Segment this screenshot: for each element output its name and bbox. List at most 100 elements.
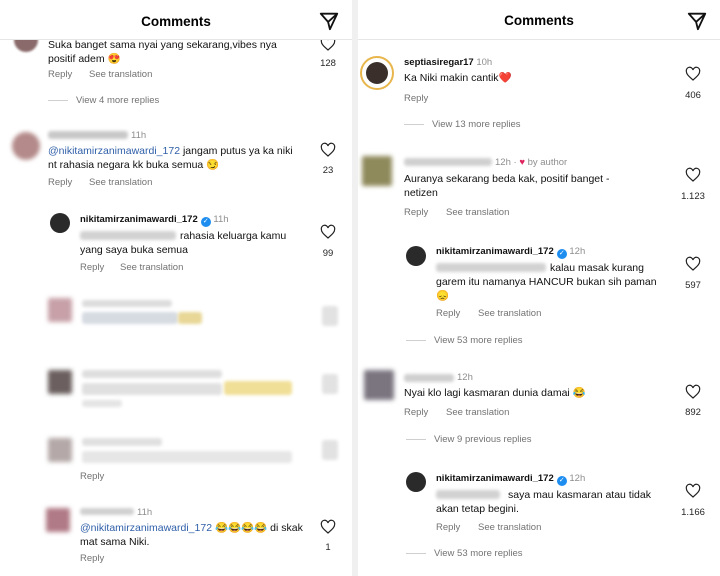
view-more-replies[interactable]: View 13 more replies xyxy=(404,119,521,130)
reply-button[interactable]: Reply xyxy=(404,93,428,104)
comment-header: septiasiregar17 10h xyxy=(404,57,493,68)
like-count: 128 xyxy=(320,58,336,69)
heart-icon[interactable] xyxy=(685,167,701,183)
verified-badge-icon: ✓ xyxy=(556,249,567,259)
blurred-content xyxy=(82,300,172,307)
send-icon[interactable] xyxy=(686,10,708,32)
heart-icon[interactable] xyxy=(320,224,336,240)
heart-icon[interactable] xyxy=(685,256,701,272)
blurred-content xyxy=(82,438,162,446)
blurred-username xyxy=(404,158,492,166)
like-count: 1 xyxy=(325,542,331,553)
comment-time: 11h xyxy=(131,130,147,141)
comments-header: Comments xyxy=(358,0,720,40)
reply-button[interactable]: Reply xyxy=(80,553,104,564)
verified-badge-icon: ✓ xyxy=(200,217,211,227)
username[interactable]: nikitamirzanimawardi_172 xyxy=(436,473,554,484)
reply-button[interactable]: Reply xyxy=(80,262,104,273)
blurred-content xyxy=(82,312,178,324)
heart-icon[interactable] xyxy=(685,384,701,400)
reply-header: nikitamirzanimawardi_172 ✓ 12h xyxy=(436,473,586,486)
see-translation-link[interactable]: See translation xyxy=(89,177,152,188)
right-comments-panel: Comments septiasiregar17 10h Ka Niki mak… xyxy=(358,0,720,576)
mention-link[interactable]: @nikitamirzanimawardi_172 xyxy=(48,145,180,157)
see-translation-link[interactable]: See translation xyxy=(478,522,541,533)
comments-header: Comments xyxy=(0,0,352,40)
reply-button[interactable]: Reply xyxy=(48,69,72,80)
avatar[interactable] xyxy=(46,508,70,532)
avatar[interactable] xyxy=(48,438,72,462)
like-count: 99 xyxy=(322,248,334,259)
verified-badge-icon: ✓ xyxy=(556,476,567,486)
username[interactable]: nikitamirzanimawardi_172 xyxy=(80,214,198,225)
comment-text: kalau masak kurang garem itu namanya HAN… xyxy=(436,262,657,302)
see-translation-link[interactable]: See translation xyxy=(120,262,183,273)
view-more-replies[interactable]: View 53 more replies xyxy=(406,548,523,559)
view-previous-replies[interactable]: View 9 previous replies xyxy=(406,434,532,445)
avatar[interactable] xyxy=(50,213,70,233)
reply-header: nikitamirzanimawardi_172 ✓ 11h xyxy=(80,214,229,227)
username[interactable]: septiasiregar17 xyxy=(404,57,474,68)
like-count: 1.123 xyxy=(681,191,705,202)
blurred-content xyxy=(82,383,222,395)
username[interactable]: nikitamirzanimawardi_172 xyxy=(436,246,554,257)
like-count: 892 xyxy=(685,407,701,418)
see-translation-link[interactable]: See translation xyxy=(478,308,541,319)
view-more-replies[interactable]: View 4 more replies xyxy=(48,95,159,106)
blurred-username xyxy=(80,508,134,515)
mention-link[interactable]: @nikitamirzanimawardi_172 xyxy=(80,522,212,534)
like-count: 1.166 xyxy=(681,507,705,518)
comment-text: @nikitamirzanimawardi_172 😂😂😂😂 di skak m… xyxy=(80,522,303,548)
comment-text: Auranya sekarang beda kak, positif bange… xyxy=(404,173,610,199)
blurred-content xyxy=(322,374,338,394)
like-count: 23 xyxy=(322,165,334,176)
avatar[interactable] xyxy=(48,370,72,394)
reply-button[interactable]: Reply xyxy=(404,407,428,418)
comment-text: @nikitamirzanimawardi_172 jangam putus y… xyxy=(48,145,293,171)
avatar[interactable] xyxy=(12,132,40,160)
author-heart-icon: ♥ xyxy=(519,157,525,168)
comment-time: 11h xyxy=(137,507,153,518)
comments-title: Comments xyxy=(141,14,211,29)
heart-icon[interactable] xyxy=(320,142,336,158)
blurred-content xyxy=(224,381,292,395)
left-comments-panel: Comments Suka banget sama nyai yang seka… xyxy=(0,0,352,576)
heart-icon[interactable] xyxy=(685,483,701,499)
blurred-content xyxy=(178,312,202,324)
comment-text: Nyai klo lagi kasmaran dunia damai 😂 xyxy=(404,387,586,399)
comments-title: Comments xyxy=(504,13,574,28)
comment-text: rahasia keluarga kamu yang saya buka sem… xyxy=(80,230,287,256)
by-author-label: by author xyxy=(527,157,568,168)
comment-text: Ka Niki makin cantik❤️ xyxy=(404,72,512,84)
comment-meta: 12h · ♥ by author xyxy=(495,157,568,168)
see-translation-link[interactable]: See translation xyxy=(89,69,152,80)
blurred-content xyxy=(322,440,338,460)
view-more-replies[interactable]: View 53 more replies xyxy=(406,335,523,346)
avatar[interactable] xyxy=(48,298,72,322)
blurred-username xyxy=(48,131,128,139)
blurred-username xyxy=(404,374,454,382)
reply-button[interactable]: Reply xyxy=(436,308,460,319)
comment-text: saya mau kasmaran atau tidak akan tetap … xyxy=(436,489,651,515)
avatar[interactable] xyxy=(406,472,426,492)
see-translation-link[interactable]: See translation xyxy=(446,207,509,218)
send-icon[interactable] xyxy=(318,10,340,32)
avatar[interactable] xyxy=(364,370,394,400)
reply-button[interactable]: Reply xyxy=(436,522,460,533)
reply-button[interactable]: Reply xyxy=(404,207,428,218)
comment-text: Suka banget sama nyai yang sekarang,vibe… xyxy=(48,39,277,65)
reply-header: nikitamirzanimawardi_172 ✓ 12h xyxy=(436,246,586,259)
blurred-content xyxy=(82,370,222,378)
heart-icon[interactable] xyxy=(320,519,336,535)
reply-button[interactable]: Reply xyxy=(80,471,104,482)
reply-button[interactable]: Reply xyxy=(48,177,72,188)
avatar[interactable] xyxy=(406,246,426,266)
blurred-content xyxy=(322,306,338,326)
avatar[interactable] xyxy=(362,156,392,186)
see-translation-link[interactable]: See translation xyxy=(446,407,509,418)
heart-icon[interactable] xyxy=(685,66,701,82)
like-count: 597 xyxy=(685,280,701,291)
blurred-content xyxy=(82,451,292,463)
avatar[interactable] xyxy=(360,56,394,90)
like-count: 406 xyxy=(685,90,701,101)
